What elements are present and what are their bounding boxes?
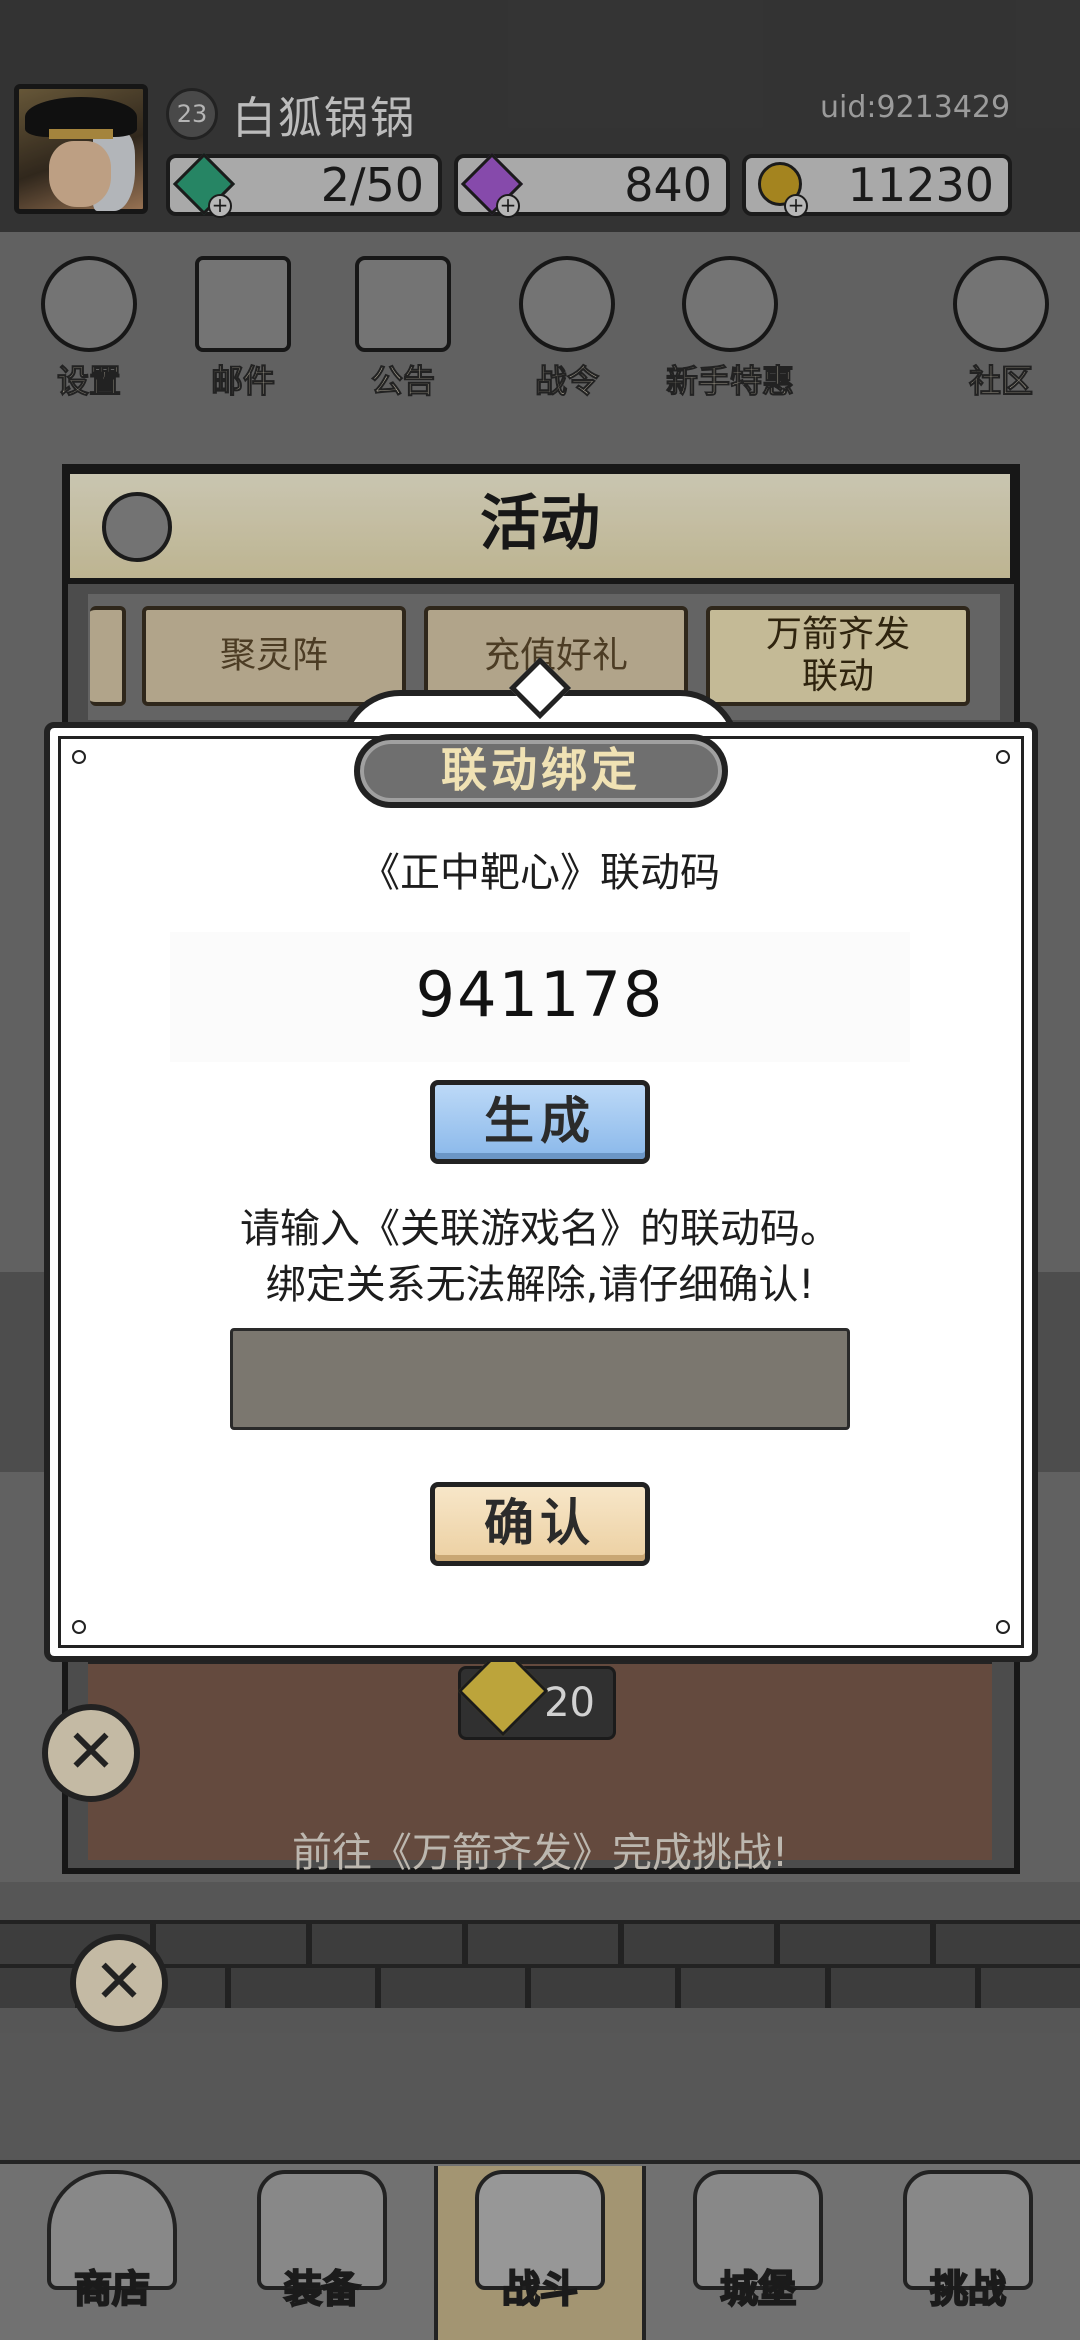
link-code-input[interactable]	[230, 1328, 850, 1430]
dialog-title: 联动绑定	[354, 734, 728, 808]
linked-game-label: 《正中靶心》联动码	[360, 850, 720, 896]
link-code-value: 941178	[415, 958, 665, 1031]
hint-enter-code: 请输入《关联游戏名》的联动码。	[240, 1206, 840, 1252]
generate-button[interactable]: 生成	[430, 1080, 650, 1164]
hint-warning: 绑定关系无法解除,请仔细确认!	[265, 1262, 815, 1308]
confirm-button[interactable]: 确认	[430, 1482, 650, 1566]
